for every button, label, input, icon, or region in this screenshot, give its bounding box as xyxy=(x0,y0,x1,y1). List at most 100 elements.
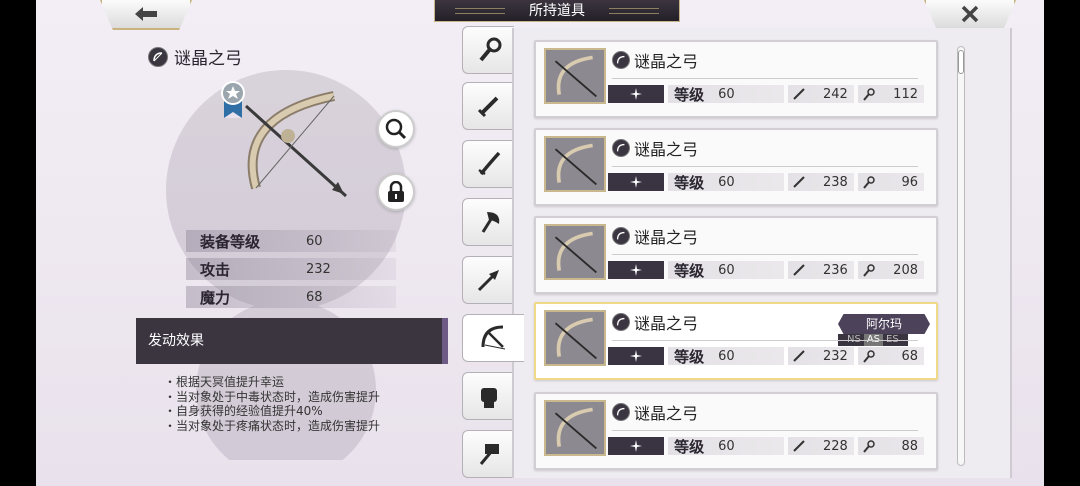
list-item-selected[interactable]: 谜晶之弓 阿尔玛 NS AS ES 等级60 232 68 xyxy=(534,302,938,380)
sword-stat-icon xyxy=(792,88,805,100)
sword-stat-icon xyxy=(792,440,805,452)
stat-value: 60 xyxy=(306,233,323,249)
divider xyxy=(612,430,918,431)
list-item[interactable]: 谜晶之弓 等级 60 236 208 xyxy=(534,216,938,294)
list-item[interactable]: 谜晶之弓 等级 60 238 96 xyxy=(534,128,938,206)
level-box: 等级 60 xyxy=(668,347,784,366)
attack-box: 242 xyxy=(787,85,854,103)
list-scrollbar[interactable] xyxy=(957,46,965,466)
item-name: 谜晶之弓 xyxy=(174,49,242,69)
magic-box: 208 xyxy=(857,261,924,279)
game-screen: 所持道具 谜晶之弓 装备等级 60 攻击 232 魔力 68 发动效果 ・根据天… xyxy=(36,0,1044,486)
lock-button[interactable] xyxy=(377,173,415,211)
stat-row-level: 装备等级 60 xyxy=(186,230,396,252)
tab-staff[interactable] xyxy=(462,26,514,74)
tab-sword[interactable] xyxy=(462,82,514,130)
divider xyxy=(612,340,918,341)
stat-value: 68 xyxy=(306,289,323,305)
tab-katana[interactable] xyxy=(462,140,514,188)
magic-value: 88 xyxy=(901,438,918,454)
hammer-icon xyxy=(479,444,499,465)
divider xyxy=(612,254,918,255)
back-button[interactable] xyxy=(100,0,192,30)
item-name: 谜晶之弓 xyxy=(634,314,699,333)
attack-box: 236 xyxy=(787,261,854,279)
magic-box: 96 xyxy=(857,173,924,191)
staff-stat-icon xyxy=(863,88,875,101)
bow-type-icon xyxy=(612,139,630,157)
tab-hammer[interactable] xyxy=(462,430,514,478)
magic-box: 88 xyxy=(857,437,924,455)
level-box: 等级 60 xyxy=(668,85,784,104)
attack-value: 242 xyxy=(823,86,848,102)
staff-stat-icon xyxy=(863,264,875,277)
magic-value: 208 xyxy=(893,262,918,278)
item-name: 谜晶之弓 xyxy=(634,404,699,423)
tab-axe[interactable] xyxy=(462,198,514,246)
divider xyxy=(612,78,918,79)
katana-icon xyxy=(477,151,500,176)
gauntlet-icon xyxy=(480,388,497,408)
attack-value: 228 xyxy=(823,438,848,454)
item-detail-header: 谜晶之弓 xyxy=(148,44,242,69)
lock-icon xyxy=(388,181,404,202)
attack-box: 232 xyxy=(787,347,854,365)
tab-bow[interactable] xyxy=(462,314,524,362)
sparkle-icon xyxy=(630,350,643,362)
axe-icon xyxy=(481,212,499,233)
sword-stat-icon xyxy=(792,350,805,362)
attack-value: 236 xyxy=(823,262,848,278)
bow-type-icon xyxy=(612,51,630,69)
bow-type-icon xyxy=(612,227,630,245)
bow-type-icon xyxy=(612,403,630,421)
item-stats: 等级 60 232 68 xyxy=(608,346,924,366)
level-box: 等级 60 xyxy=(668,173,784,192)
bow-type-icon xyxy=(612,313,630,331)
bow-thumbnail xyxy=(544,400,606,456)
sword-stat-icon xyxy=(792,264,805,276)
sword-stat-icon xyxy=(792,176,805,188)
sparkle-icon xyxy=(630,440,643,452)
bow-thumbnail xyxy=(544,310,606,366)
sparkle-icon xyxy=(630,176,643,188)
magnifier-icon xyxy=(385,118,407,140)
level-label: 等级 xyxy=(674,85,705,104)
close-icon xyxy=(961,5,979,23)
bow-thumbnail xyxy=(544,48,606,104)
list-item[interactable]: 谜晶之弓 等级 60 242 112 xyxy=(534,40,938,118)
page-title: 所持道具 xyxy=(434,0,680,22)
stat-row-attack: 攻击 232 xyxy=(186,258,396,280)
item-name: 谜晶之弓 xyxy=(634,228,699,247)
stat-label: 攻击 xyxy=(200,260,231,279)
rarity-badge xyxy=(608,85,665,103)
effect-list: ・根据天冥值提升幸运 ・当对象处于中毒状态时，造成伤害提升 ・自身获得的经验值提… xyxy=(164,375,380,433)
attack-box: 228 xyxy=(787,437,854,455)
item-stats: 等级 60 238 96 xyxy=(608,172,924,192)
spear-icon xyxy=(477,270,499,292)
sparkle-icon xyxy=(630,264,643,276)
bow-weapon-image xyxy=(244,91,348,198)
stat-label: 魔力 xyxy=(200,288,231,307)
attack-value: 232 xyxy=(823,348,848,364)
rarity-badge xyxy=(608,261,665,279)
bow-thumbnail xyxy=(544,224,606,280)
item-name-row: 谜晶之弓 xyxy=(612,48,698,72)
effect-item: ・根据天冥值提升幸运 xyxy=(164,375,285,389)
level-value: 60 xyxy=(718,262,735,278)
item-stats: 等级 60 242 112 xyxy=(608,84,924,104)
stat-value: 232 xyxy=(306,261,331,277)
list-item[interactable]: 谜晶之弓 等级 60 228 88 xyxy=(534,392,938,470)
level-value: 60 xyxy=(718,348,735,364)
level-box: 等级 60 xyxy=(668,261,784,280)
zoom-button[interactable] xyxy=(377,110,415,148)
item-stats: 等级 60 228 88 xyxy=(608,436,924,456)
item-name-row: 谜晶之弓 xyxy=(612,400,698,424)
effect-section-title: 发动效果 xyxy=(136,318,448,364)
close-button[interactable] xyxy=(924,0,1016,30)
tab-fist[interactable] xyxy=(462,372,514,420)
sparkle-icon xyxy=(630,88,643,100)
tab-spear[interactable] xyxy=(462,256,514,304)
item-name: 谜晶之弓 xyxy=(634,140,699,159)
scrollbar-thumb[interactable] xyxy=(958,50,964,74)
level-value: 60 xyxy=(718,174,735,190)
